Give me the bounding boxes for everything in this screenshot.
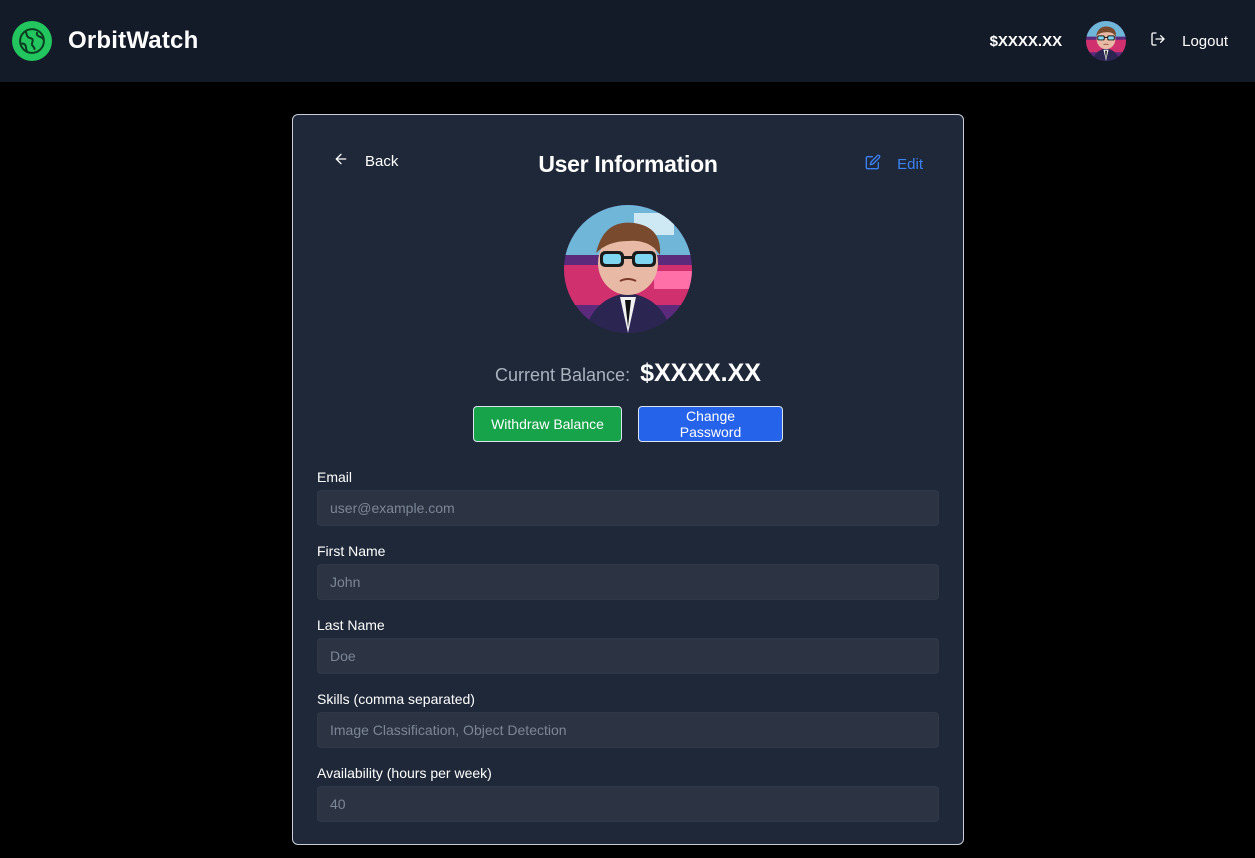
first-name-field-group: First Name bbox=[317, 543, 939, 600]
logout-label: Logout bbox=[1182, 32, 1228, 50]
balance-value: $XXXX.XX bbox=[640, 359, 761, 387]
first-name-label: First Name bbox=[317, 543, 386, 559]
email-field-group: Email bbox=[317, 469, 939, 526]
email-label: Email bbox=[317, 469, 353, 485]
page-title: User Information bbox=[538, 151, 718, 177]
edit-label: Edit bbox=[897, 155, 923, 173]
skills-field-group: Skills (comma separated) bbox=[317, 691, 939, 748]
availability-label: Availability (hours per week) bbox=[317, 765, 492, 781]
balance-label: Current Balance: bbox=[495, 365, 631, 385]
top-navbar: OrbitWatch $XXXX.XX Logout bbox=[0, 0, 1255, 82]
withdraw-balance-button[interactable]: Withdraw Balance bbox=[473, 406, 622, 442]
balance-row: Current Balance: $XXXX.XX bbox=[293, 359, 963, 388]
avatar[interactable] bbox=[1086, 21, 1127, 61]
logout-icon bbox=[1150, 31, 1166, 51]
edit-icon bbox=[865, 154, 881, 174]
skills-field[interactable] bbox=[317, 712, 939, 748]
edit-button[interactable]: Edit bbox=[865, 154, 923, 174]
first-name-field[interactable] bbox=[317, 564, 939, 600]
email-field[interactable] bbox=[317, 490, 939, 526]
profile-avatar[interactable] bbox=[564, 205, 692, 333]
availability-field[interactable] bbox=[317, 786, 939, 822]
availability-field-group: Availability (hours per week) bbox=[317, 765, 939, 822]
brand[interactable]: OrbitWatch bbox=[12, 21, 198, 61]
user-info-card: Back User Information Edit Current Balan… bbox=[292, 114, 964, 845]
action-buttons: Withdraw Balance Change Password bbox=[293, 406, 963, 442]
logout-button[interactable]: Logout bbox=[1150, 31, 1228, 51]
last-name-field[interactable] bbox=[317, 638, 939, 674]
header-balance: $XXXX.XX bbox=[989, 32, 1063, 50]
skills-label: Skills (comma separated) bbox=[317, 691, 475, 707]
card-header: Back User Information Edit bbox=[293, 115, 963, 205]
last-name-field-group: Last Name bbox=[317, 617, 939, 674]
change-password-button[interactable]: Change Password bbox=[638, 406, 783, 442]
globe-icon bbox=[12, 21, 52, 61]
last-name-label: Last Name bbox=[317, 617, 385, 633]
brand-name: OrbitWatch bbox=[68, 27, 199, 54]
